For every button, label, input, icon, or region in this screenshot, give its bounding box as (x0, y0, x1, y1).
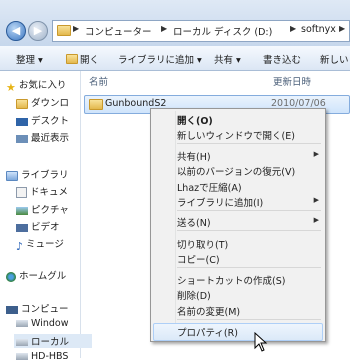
sidebar-item-label: ビデオ (31, 222, 60, 233)
folder-open-icon (66, 54, 78, 64)
menu-item-copy[interactable]: コピー(C) (177, 252, 220, 266)
menu-item-open[interactable]: 開く(O) (177, 113, 213, 127)
menu-gutter (175, 111, 176, 339)
computer-icon (6, 305, 18, 314)
burn-button[interactable]: 書き込む (263, 52, 301, 66)
sidebar-item-label: HD-HBS (31, 351, 69, 362)
sidebar-item-label: ドキュメ (30, 187, 69, 198)
submenu-arrow-icon: ▶ (313, 196, 319, 204)
chevron-right-icon[interactable]: ▶ (161, 24, 167, 33)
sidebar-item-pictures[interactable]: ピクチャ (16, 202, 94, 216)
organize-button[interactable]: 整理 ▾ (16, 52, 43, 66)
sidebar-item-libraries[interactable]: ライブラリ (6, 167, 84, 181)
context-menu: 開く(O) 新しいウィンドウで開く(E) 共有(H) ▶ 以前のバージョンの復元… (150, 108, 326, 342)
open-button[interactable]: 開く (66, 52, 99, 66)
sidebar-item-music[interactable]: ♪ ミュージ (16, 236, 94, 250)
address-bar-area: ◀ ▶ ▶ コンピューター ▶ ローカル ディスク (D:) ▶ softnyx… (0, 0, 350, 46)
forward-icon[interactable]: ▶ (28, 21, 48, 41)
library-icon (6, 170, 18, 181)
menu-item-send-to[interactable]: 送る(N) (177, 215, 211, 229)
menu-item-add-to-library[interactable]: ライブラリに追加(I) (177, 195, 263, 209)
menu-item-cut[interactable]: 切り取り(T) (177, 237, 228, 251)
menu-item-open-new-window[interactable]: 新しいウィンドウで開く(E) (177, 128, 295, 142)
sidebar-item-videos[interactable]: ビデオ (16, 219, 94, 233)
menu-separator (177, 267, 321, 268)
sidebar-item-label: ピクチャ (31, 205, 69, 216)
back-icon[interactable]: ◀ (6, 21, 26, 41)
music-icon: ♪ (16, 239, 24, 251)
command-bar: 整理 ▾ 開く ライブラリに追加 ▾ 共有 ▾ 書き込む 新しい (0, 46, 350, 71)
chevron-right-icon[interactable]: ▶ (73, 24, 79, 33)
chevron-right-icon[interactable]: ▶ (290, 24, 296, 33)
drive-icon (16, 339, 28, 346)
menu-item-lhaz-compress[interactable]: Lhazで圧縮(A) (177, 180, 242, 194)
sidebar-item-homegroup[interactable]: ホームグル (6, 268, 84, 282)
sidebar-item-label: デスクト (31, 116, 70, 127)
menu-item-restore-previous[interactable]: 以前のバージョンの復元(V) (177, 164, 295, 178)
sidebar-item-favorites[interactable]: ★ お気に入り (6, 77, 84, 91)
menu-separator (177, 319, 321, 320)
sidebar-item-label: ダウンロ (31, 98, 70, 109)
documents-icon (16, 187, 27, 198)
sidebar-item-documents[interactable]: ドキュメ (16, 184, 94, 198)
star-icon: ★ (6, 80, 16, 92)
column-header-name[interactable]: 名前 (89, 74, 108, 88)
drive-icon (16, 320, 28, 327)
sidebar-item-recent[interactable]: 最近表示 (16, 130, 94, 144)
menu-separator (177, 143, 321, 144)
downloads-folder-icon (16, 98, 28, 109)
mouse-cursor-icon (254, 332, 268, 352)
menu-separator (177, 230, 321, 231)
sidebar-item-hd-hbs[interactable]: HD-HBS (16, 351, 94, 362)
sidebar-item-label: Window (31, 318, 69, 329)
pictures-icon (16, 206, 28, 215)
breadcrumb-computer[interactable]: コンピューター (85, 24, 152, 38)
breadcrumb[interactable]: ▶ コンピューター ▶ ローカル ディスク (D:) ▶ softnyx ▶ (52, 20, 350, 42)
breadcrumb-softnyx[interactable]: softnyx (301, 24, 336, 35)
sidebar-item-label: ホームグル (19, 271, 67, 282)
sidebar-item-windows-drive[interactable]: Window (16, 318, 94, 329)
new-folder-button[interactable]: 新しい (320, 52, 349, 66)
sidebar-item-label: ライブラリ (21, 170, 69, 181)
submenu-arrow-icon: ▶ (313, 150, 319, 158)
sidebar-item-local-disk[interactable]: ローカル (14, 334, 92, 348)
drive-icon (16, 353, 28, 360)
sidebar-item-label: お気に入り (18, 80, 67, 91)
breadcrumb-local-disk[interactable]: ローカル ディスク (D:) (173, 24, 272, 38)
sidebar-item-desktop[interactable]: デスクト (16, 113, 94, 127)
menu-item-properties[interactable]: プロパティ(R) (177, 325, 238, 339)
sidebar-item-label: 最近表示 (31, 133, 70, 144)
navigation-pane: ★ お気に入り ダウンロ デスクト 最近表示 ライブラリ ドキュメ ピクチャ ビデ… (0, 71, 92, 362)
folder-icon (89, 99, 103, 110)
sidebar-item-computer[interactable]: コンピュー (6, 301, 84, 315)
sidebar-item-label: コンピュー (21, 304, 69, 315)
open-label: 開く (80, 55, 100, 66)
videos-icon (16, 223, 28, 232)
menu-item-rename[interactable]: 名前の変更(M) (177, 304, 240, 318)
recent-places-icon (16, 134, 28, 143)
sidebar-item-label: ローカル (31, 337, 70, 348)
menu-item-create-shortcut[interactable]: ショートカットの作成(S) (177, 273, 285, 287)
menu-item-share[interactable]: 共有(H) (177, 149, 211, 163)
add-to-library-button[interactable]: ライブラリに追加 ▾ (118, 52, 202, 66)
menu-separator (177, 210, 321, 211)
menu-item-delete[interactable]: 削除(D) (177, 288, 211, 302)
column-header-date[interactable]: 更新日時 (273, 74, 311, 88)
share-button[interactable]: 共有 ▾ (214, 52, 241, 66)
desktop-icon (16, 117, 28, 126)
submenu-arrow-icon: ▶ (313, 216, 319, 224)
homegroup-icon (6, 271, 16, 282)
folder-icon (57, 25, 71, 36)
sidebar-item-label: ミュージ (26, 239, 64, 250)
sidebar-item-downloads[interactable]: ダウンロ (16, 95, 94, 109)
chevron-right-icon[interactable]: ▶ (339, 24, 345, 33)
